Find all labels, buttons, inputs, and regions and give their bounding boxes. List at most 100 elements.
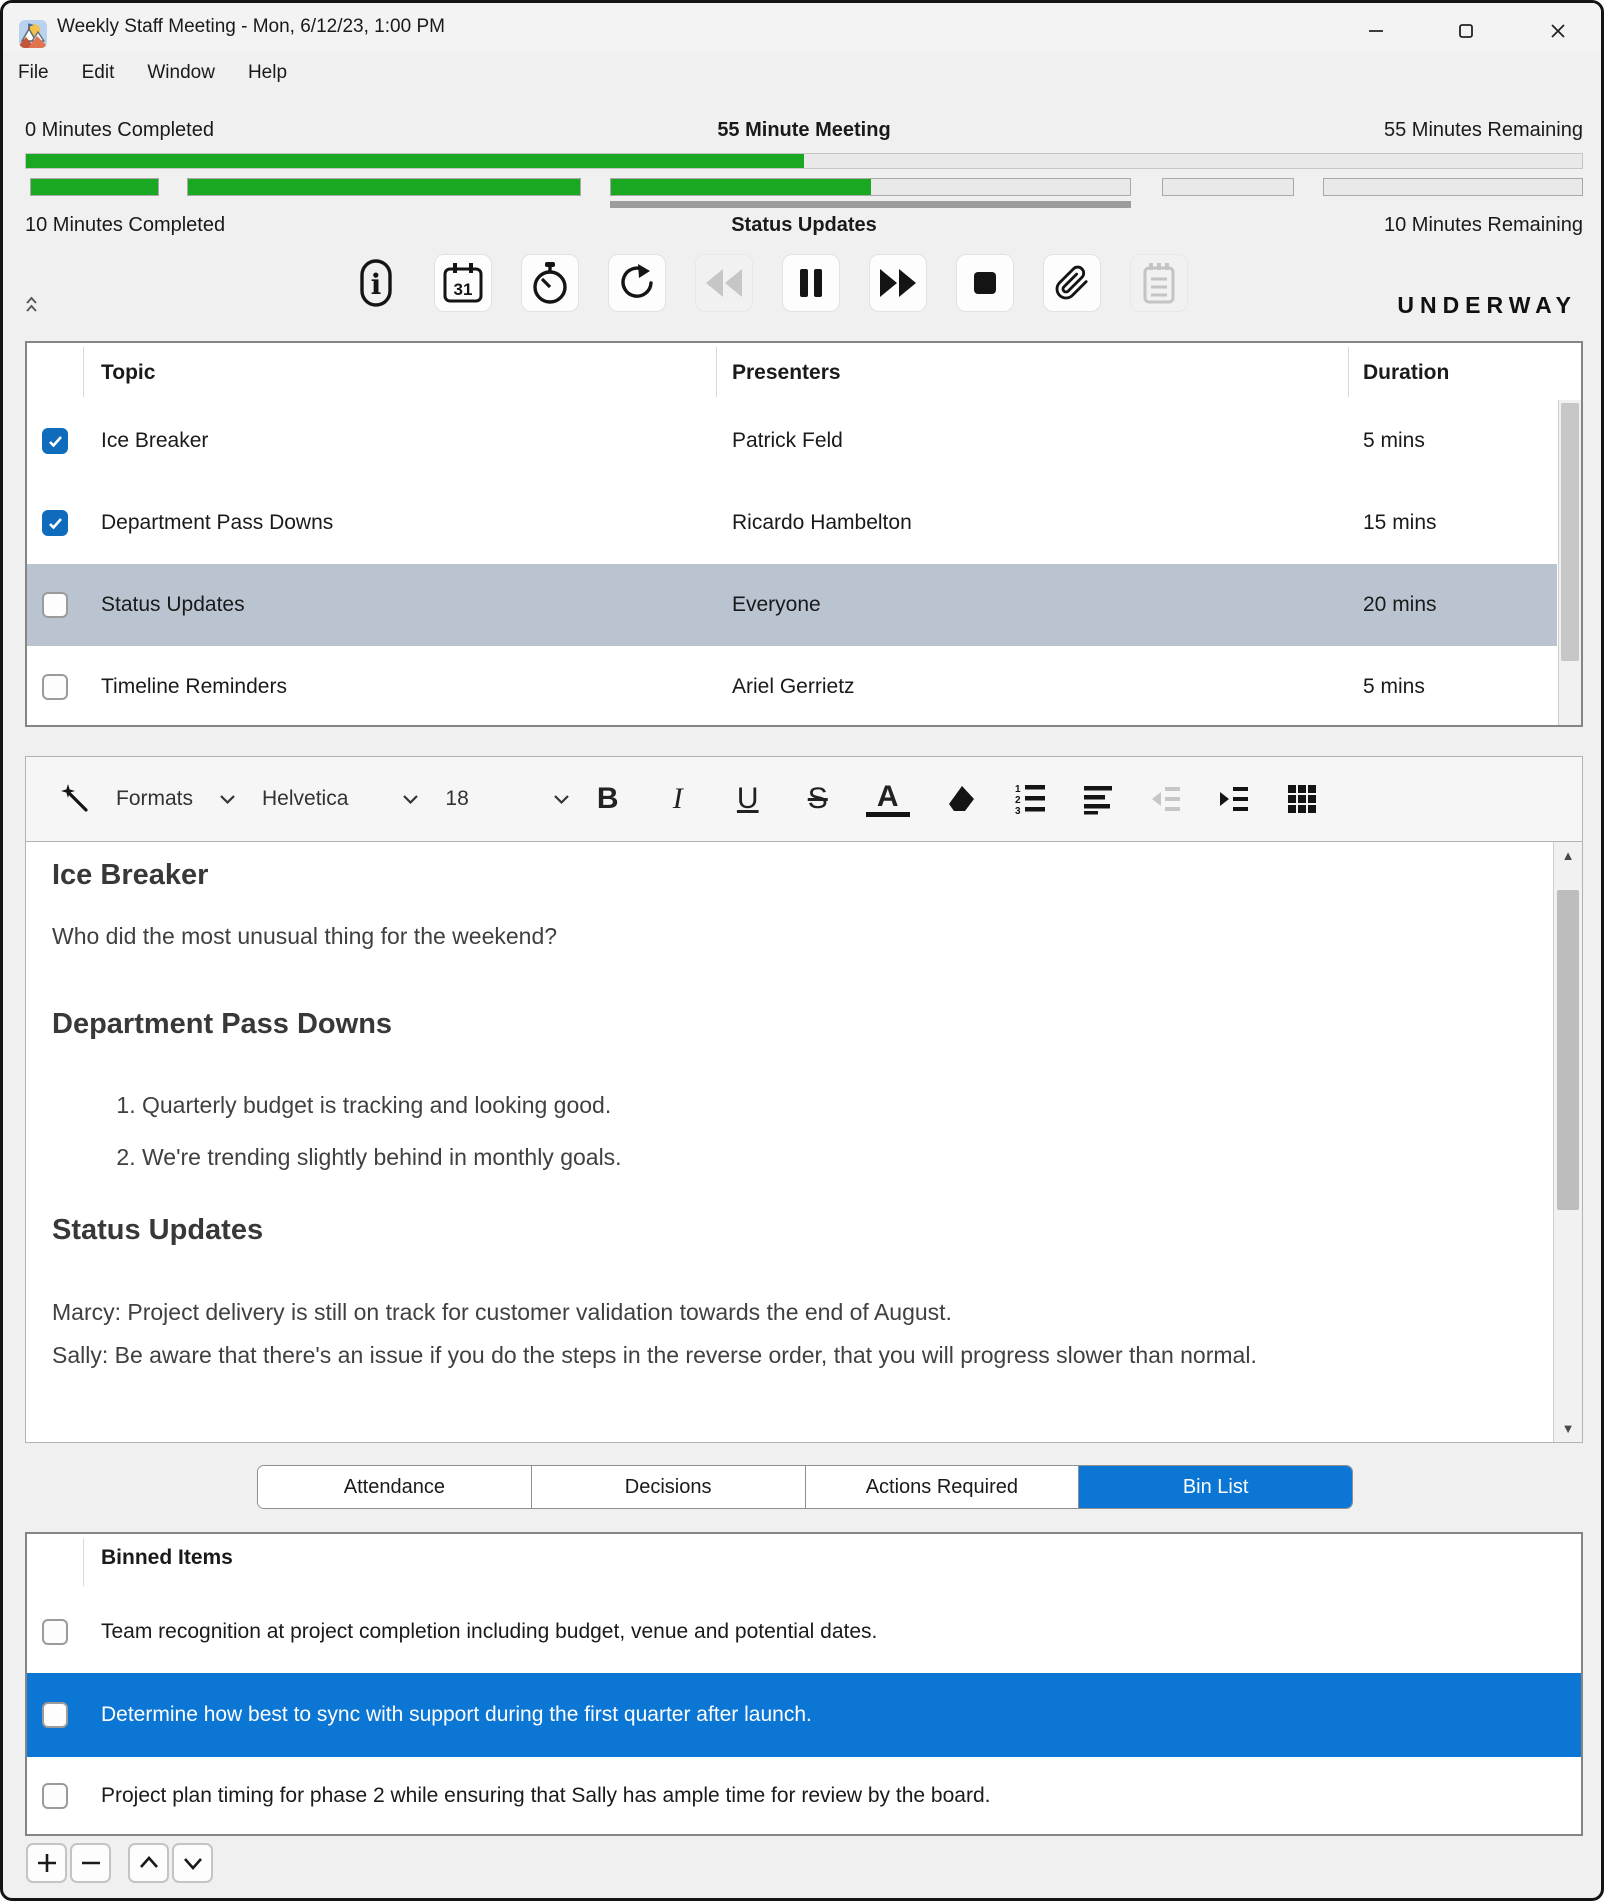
topic-cell: Ice Breaker [101,429,208,453]
presenter-cell: Everyone [732,593,821,617]
tab-bin-list[interactable]: Bin List [1079,1466,1352,1508]
topic-checkbox-checked[interactable] [42,428,68,454]
tab-decisions[interactable]: Decisions [532,1466,806,1508]
pause-icon[interactable] [783,255,839,311]
tab-attendance[interactable]: Attendance [258,1466,532,1508]
presenter-cell: Ariel Gerrietz [732,675,855,699]
underway-logo: UNDERWAY [1397,292,1577,319]
editor-scrollbar[interactable]: ▲ ▼ [1553,842,1582,1442]
menu-help[interactable]: Help [248,62,287,84]
table-row-status-updates[interactable]: Status Updates Everyone 20 mins [27,564,1557,646]
indent-icon[interactable] [1218,783,1250,815]
timer-icon[interactable] [522,255,578,311]
svg-text:1: 1 [1015,784,1021,795]
rewind-icon [696,255,752,311]
italic-button[interactable]: I [656,782,700,816]
eraser-icon[interactable] [946,784,976,814]
status-line-sally: Sally: Be aware that there's an issue if… [52,1334,1506,1377]
chevron-down-icon[interactable] [219,794,236,805]
editor-toolbar: Formats Helvetica 18 B I U S A 123 [25,756,1583,842]
scroll-up-icon[interactable]: ▲ [1554,848,1582,863]
menu-edit[interactable]: Edit [82,62,115,84]
title-bar: Weekly Staff Meeting - Mon, 6/12/23, 1:0… [3,3,1601,51]
binned-items-header: Binned Items [101,1546,233,1570]
bin-item-team-recognition[interactable]: Team recognition at project completion i… [27,1590,1581,1673]
close-button[interactable] [1541,15,1575,47]
remove-item-button[interactable] [70,1843,111,1883]
tab-actions-required[interactable]: Actions Required [806,1466,1080,1508]
menu-window[interactable]: Window [147,62,215,84]
segment-2-fill [188,179,580,195]
topic-checkbox-unchecked[interactable] [42,592,68,618]
overall-progress-bar [25,153,1583,169]
topic-column-header: Topic [101,361,155,385]
underline-button[interactable]: U [726,782,770,816]
fast-forward-icon[interactable] [870,255,926,311]
restart-icon[interactable] [609,255,665,311]
section-heading-status-updates: Status Updates [52,1213,1506,1247]
duration-cell: 5 mins [1363,675,1425,699]
bin-item-text: Determine how best to sync with support … [101,1703,812,1727]
calendar-icon[interactable]: 31 [435,255,491,311]
topic-checkbox-checked[interactable] [42,510,68,536]
status-line-marcy: Marcy: Project delivery is still on trac… [52,1291,1506,1334]
strikethrough-button[interactable]: S [796,782,840,816]
overall-progress-labels: 0 Minutes Completed 55 Minute Meeting 55… [25,119,1583,145]
font-size-dropdown[interactable]: 18 [445,787,468,811]
formats-dropdown[interactable]: Formats [116,787,193,811]
numbered-list-icon[interactable]: 123 [1012,782,1046,816]
align-icon[interactable] [1082,783,1114,815]
presenter-cell: Patrick Feld [732,429,843,453]
table-row-ice-breaker[interactable]: Ice Breaker Patrick Feld 5 mins [27,400,1557,482]
bin-item-sync-with-support[interactable]: Determine how best to sync with support … [27,1673,1581,1757]
scroll-down-icon[interactable]: ▼ [1554,1421,1582,1436]
active-segment-underline [610,201,1131,208]
bin-checkbox-unchecked[interactable] [42,1783,68,1809]
chevron-down-icon[interactable] [553,794,570,805]
minutes-remaining-label: 55 Minutes Remaining [1384,119,1583,142]
bin-checkbox-unchecked[interactable] [42,1619,68,1645]
table-grid-icon[interactable] [1286,783,1318,815]
bold-button[interactable]: B [586,782,630,816]
move-down-button[interactable] [172,1843,213,1883]
notes-editor[interactable]: Ice Breaker Who did the most unusual thi… [25,842,1583,1443]
topic-checkbox-unchecked[interactable] [42,674,68,700]
app-window: Weekly Staff Meeting - Mon, 6/12/23, 1:0… [0,0,1604,1901]
binned-items-panel: Binned Items Team recognition at project… [25,1532,1583,1836]
maximize-button[interactable] [1449,15,1483,47]
font-family-dropdown[interactable]: Helvetica [262,787,348,811]
editor-scrollbar-thumb[interactable] [1557,890,1579,1210]
magic-wand-icon[interactable] [60,784,90,814]
duration-column-header: Duration [1363,361,1449,385]
meeting-length-label: 55 Minute Meeting [25,119,1583,142]
list-item: Quarterly budget is tracking and looking… [142,1079,1506,1131]
duration-cell: 20 mins [1363,593,1437,617]
collapse-chevron-icon[interactable] [25,295,38,319]
outdent-icon [1150,783,1182,815]
topic-segment-5 [1323,178,1583,196]
font-color-button[interactable]: A [866,782,910,817]
minimize-button[interactable] [1359,15,1393,47]
table-row-department-pass-downs[interactable]: Department Pass Downs Ricardo Hambelton … [27,482,1557,564]
attachment-icon[interactable] [1044,255,1100,311]
chevron-down-icon[interactable] [402,794,419,805]
notes-icon [1131,255,1187,311]
stop-icon[interactable] [957,255,1013,311]
info-icon[interactable]: i [348,255,404,311]
topics-scrollbar-thumb[interactable] [1561,403,1579,661]
table-row-timeline-reminders[interactable]: Timeline Reminders Ariel Gerrietz 5 mins [27,646,1557,728]
add-item-button[interactable] [26,1843,67,1883]
bin-item-project-plan-timing[interactable]: Project plan timing for phase 2 while en… [27,1757,1581,1835]
bin-item-text: Project plan timing for phase 2 while en… [101,1784,990,1808]
editor-text[interactable]: Ice Breaker Who did the most unusual thi… [26,842,1552,1442]
presenters-column-header: Presenters [732,361,841,385]
segment-3-fill [611,179,871,195]
topics-scrollbar[interactable] [1558,400,1581,725]
topics-table: Topic Presenters Duration Ice Breaker Pa… [25,341,1583,727]
column-divider [1348,347,1349,397]
move-up-button[interactable] [128,1843,169,1883]
bin-checkbox-unchecked[interactable] [42,1702,68,1728]
menu-file[interactable]: File [18,62,49,84]
topic-progress-labels: 10 Minutes Completed Status Updates 10 M… [25,214,1583,240]
topic-cell: Status Updates [101,593,245,617]
